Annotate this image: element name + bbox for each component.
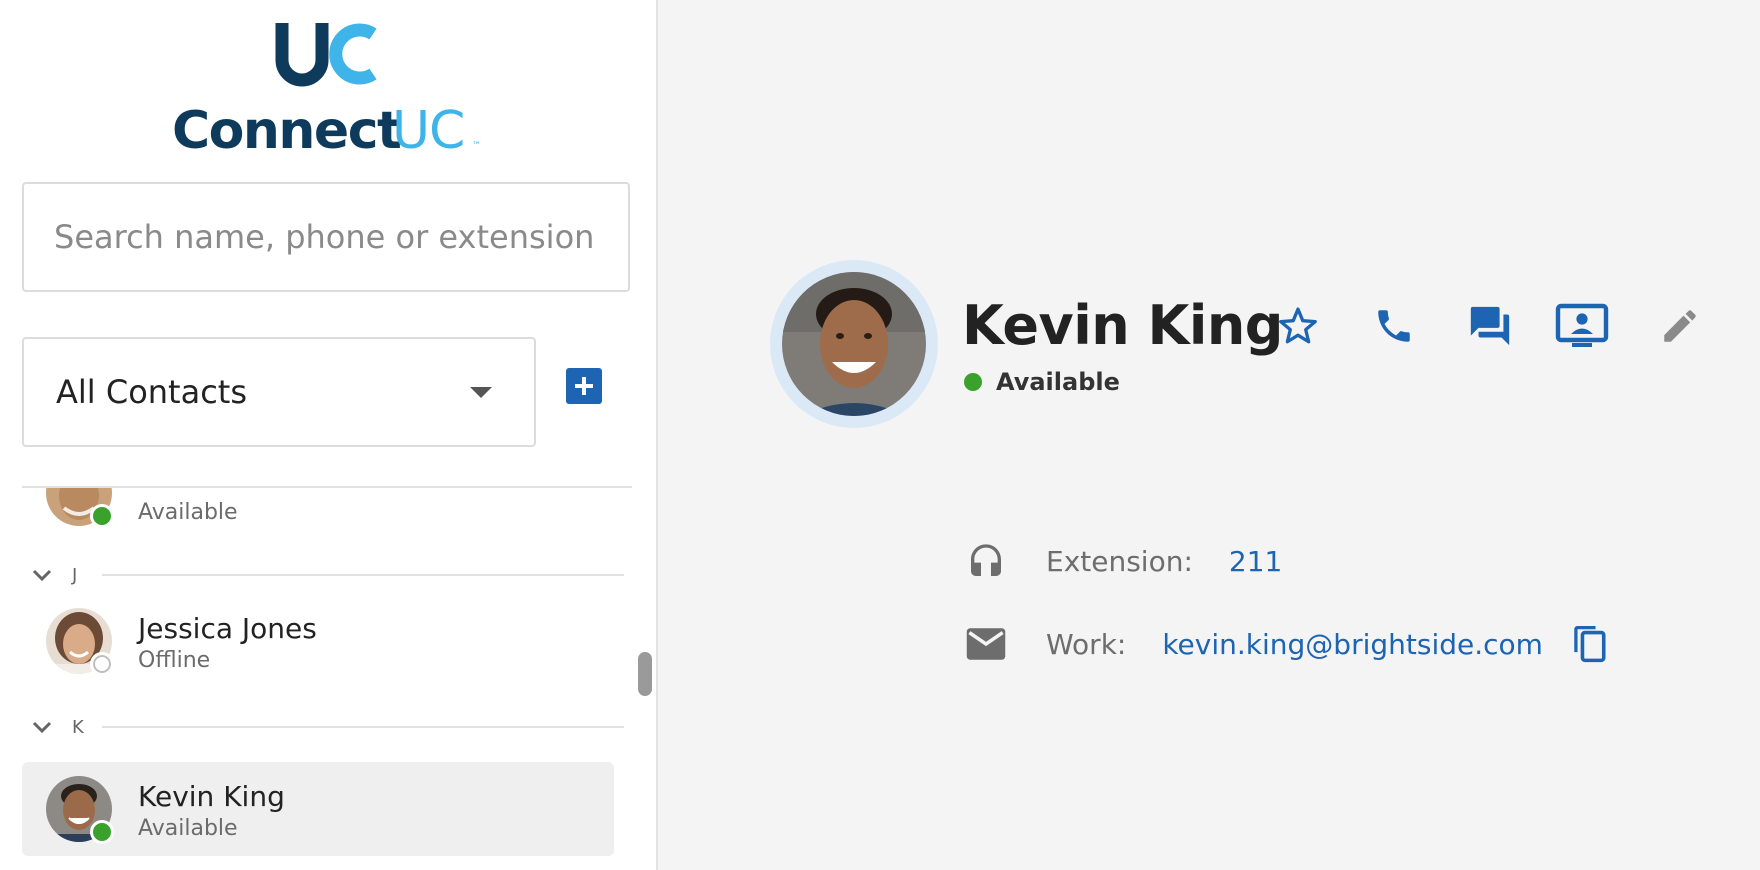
contact-status: Available [138, 500, 238, 525]
contact-filter-dropdown[interactable]: All Contacts [22, 337, 536, 447]
pencil-icon [1664, 310, 1696, 342]
group-header-j[interactable]: J [30, 560, 624, 590]
search-input[interactable] [24, 184, 628, 290]
detail-avatar-ring [770, 260, 938, 428]
group-letter: K [72, 716, 84, 738]
contact-row-selected[interactable]: Kevin King Available [22, 762, 614, 856]
contact-row[interactable]: Jessica Jones Offline [22, 594, 614, 688]
email-label: Work: [1046, 627, 1127, 661]
copy-icon [1574, 626, 1606, 663]
caret-down-icon [470, 386, 492, 398]
logo-trademark: ™ [472, 141, 481, 151]
group-letter: J [72, 564, 78, 586]
presence-available-icon [964, 373, 982, 391]
chat-icon [1470, 306, 1510, 346]
extension-value[interactable]: 211 [1229, 545, 1282, 578]
contact-list-scrollbar[interactable] [638, 652, 652, 696]
contact-detail-pane: Kevin King Available Extension: 211 Work… [658, 0, 1760, 870]
connectuc-logo: Connect UC ™ [170, 18, 486, 161]
presence-available-icon [90, 504, 114, 528]
detail-contact-name: Kevin King [962, 294, 1283, 357]
contact-avatar-wrap [46, 776, 114, 844]
connectuc-app: Connect UC ™ All Contacts [0, 0, 1760, 870]
screen-share-icon [1555, 303, 1609, 347]
detail-presence: Available [964, 368, 1120, 396]
chevron-down-icon [32, 569, 52, 582]
search-field[interactable] [22, 182, 630, 292]
mail-icon [964, 622, 1008, 666]
contact-avatar-wrap [46, 608, 114, 676]
favorite-button[interactable] [1270, 298, 1326, 354]
copy-email-button[interactable] [1569, 624, 1609, 664]
call-button[interactable] [1366, 298, 1422, 354]
contacts-sidebar: Connect UC ™ All Contacts [0, 0, 658, 870]
extension-row: Extension: 211 [964, 536, 1282, 586]
headset-icon [964, 539, 1008, 583]
contact-avatar-wrap [46, 488, 114, 528]
group-divider [102, 574, 624, 576]
chevron-down-icon [32, 721, 52, 734]
presence-offline-icon [90, 652, 114, 676]
contact-status: Offline [138, 648, 211, 673]
logo-text-main: Connect [172, 101, 401, 154]
add-contact-button[interactable] [566, 368, 602, 404]
star-outline-icon [1279, 307, 1317, 344]
phone-icon [1378, 310, 1410, 342]
contact-list: Available J Jessica Jones Offline K Kevi… [0, 488, 640, 870]
group-divider [102, 726, 624, 728]
extension-label: Extension: [1046, 544, 1193, 578]
meeting-button[interactable] [1554, 298, 1610, 354]
plus-icon [575, 377, 593, 395]
email-row: Work: kevin.king@brightside.com [964, 619, 1609, 669]
group-header-k[interactable]: K [30, 712, 624, 742]
contact-name: Kevin King [138, 780, 285, 813]
contact-filter-selected: All Contacts [56, 373, 248, 411]
logo-text-accent: UC [392, 101, 464, 154]
presence-available-icon [90, 820, 114, 844]
contact-row[interactable]: Available [22, 488, 614, 540]
contact-name: Jessica Jones [138, 612, 317, 645]
detail-presence-label: Available [996, 368, 1120, 396]
edit-button[interactable] [1652, 298, 1708, 354]
chat-button[interactable] [1462, 298, 1518, 354]
email-value[interactable]: kevin.king@brightside.com [1162, 628, 1543, 661]
contact-status: Available [138, 816, 238, 841]
contact-photo [782, 272, 926, 416]
